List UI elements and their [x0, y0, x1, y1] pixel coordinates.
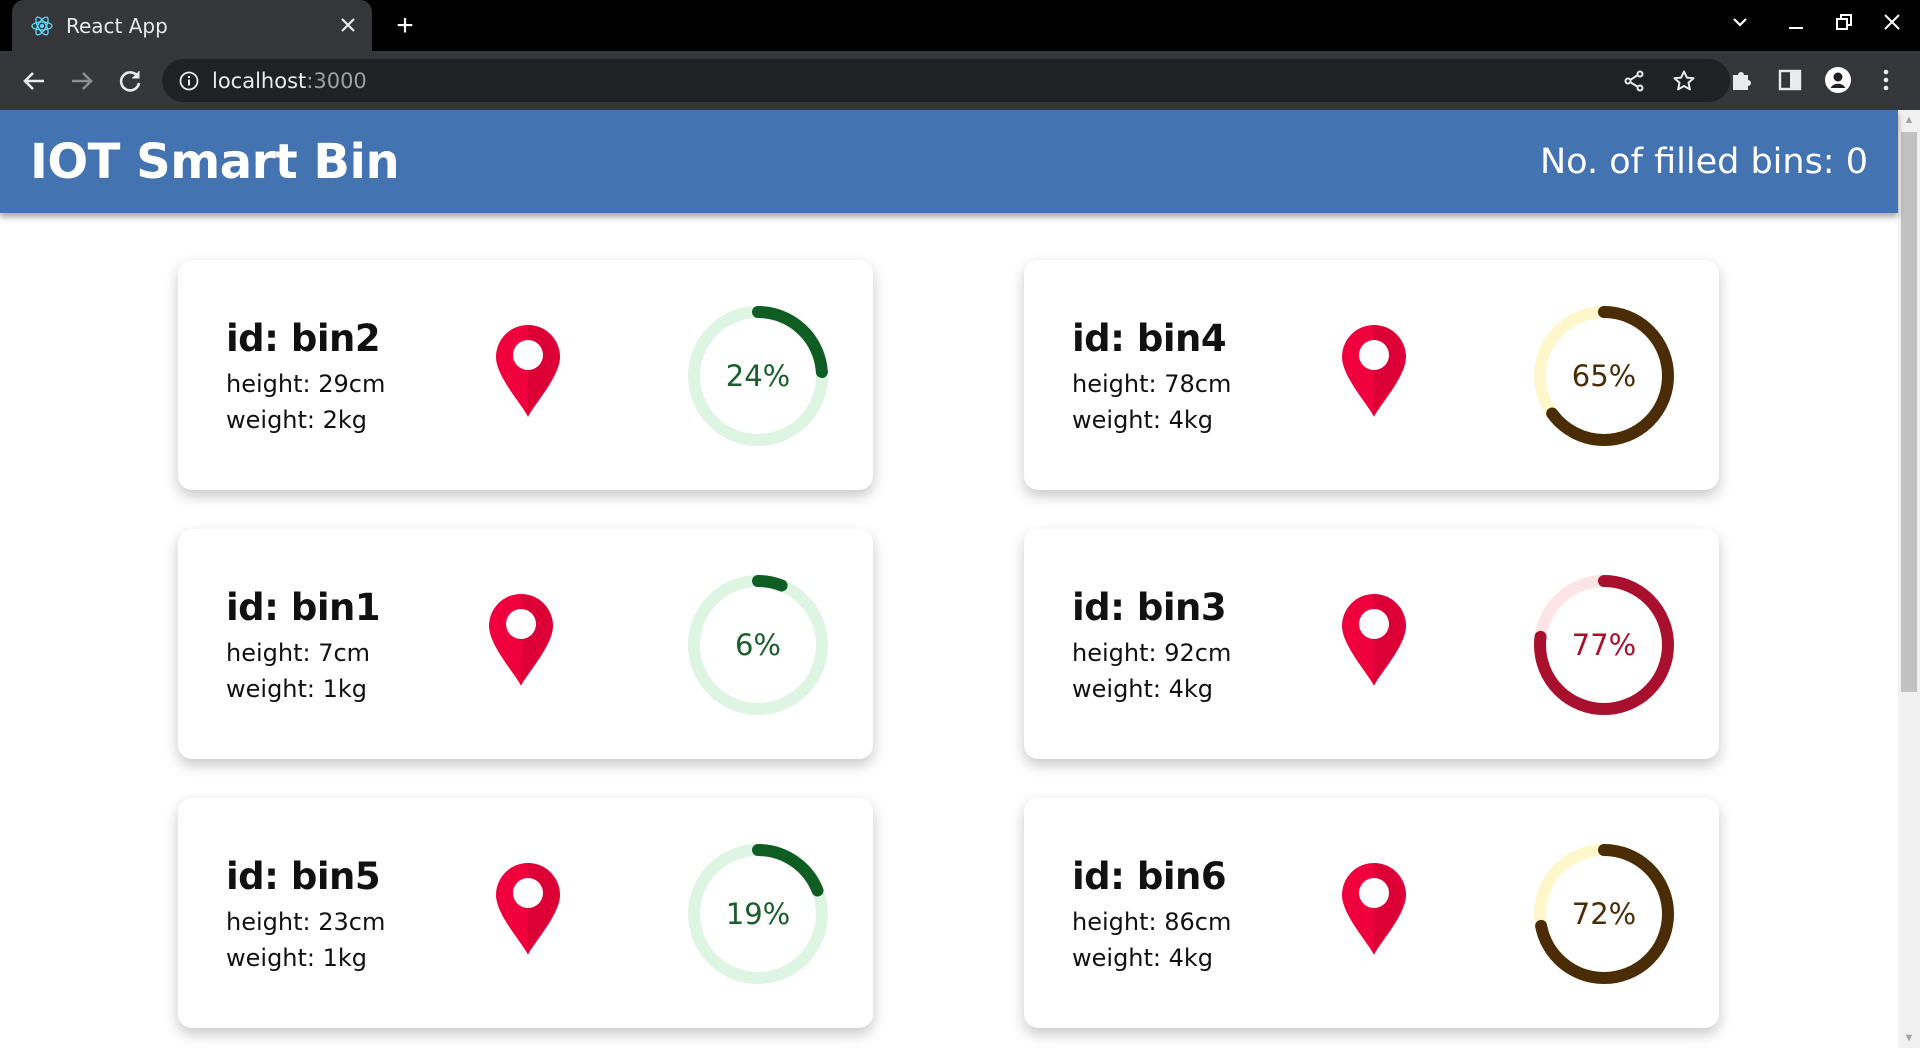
bin-card: id: bin6 height: 86cm weight: 4kg 72%	[1024, 798, 1719, 1028]
url-host: localhost	[212, 69, 307, 93]
location-pin-icon[interactable]	[493, 323, 563, 419]
bin-id: id: bin4	[1072, 317, 1227, 360]
forward-arrow-icon[interactable]	[66, 65, 98, 97]
filled-bins-count: No. of filled bins: 0	[1539, 142, 1868, 182]
location-pin-icon[interactable]	[493, 861, 563, 957]
bin-card: id: bin5 height: 23cm weight: 1kg 19%	[178, 798, 873, 1028]
kebab-menu-icon[interactable]	[1872, 66, 1900, 94]
scroll-up-arrow[interactable]: ▲	[1898, 110, 1920, 130]
location-pin-icon[interactable]	[1339, 861, 1409, 957]
window-close-icon[interactable]	[1872, 10, 1912, 40]
location-pin-icon[interactable]	[1339, 323, 1409, 419]
url-text[interactable]: localhost:3000	[212, 69, 367, 93]
back-arrow-icon[interactable]	[18, 65, 50, 97]
bin-card: id: bin1 height: 7cm weight: 1kg 6%	[178, 529, 873, 759]
fill-level-gauge: 72%	[1534, 844, 1674, 984]
fill-level-label: 72%	[1571, 897, 1637, 931]
location-pin-icon[interactable]	[486, 592, 556, 688]
location-pin-icon[interactable]	[1339, 592, 1409, 688]
bin-height: height: 23cm	[226, 908, 386, 936]
react-logo-icon	[30, 14, 54, 38]
url-port: :3000	[306, 69, 367, 93]
bin-weight: weight: 2kg	[226, 406, 368, 434]
tab-search-icon[interactable]	[1720, 10, 1760, 40]
browser-toolbar: localhost:3000	[0, 51, 1920, 110]
browser-tab-strip: React App +	[0, 0, 1920, 51]
side-panel-icon[interactable]	[1776, 66, 1804, 94]
restore-icon[interactable]	[1824, 10, 1864, 40]
fill-level-label: 19%	[725, 897, 791, 931]
minimize-icon[interactable]	[1776, 10, 1816, 40]
bin-id: id: bin6	[1072, 855, 1227, 898]
new-tab-button[interactable]: +	[390, 11, 420, 41]
bin-id: id: bin2	[226, 317, 381, 360]
address-bar[interactable]: localhost:3000	[162, 59, 1730, 102]
bin-weight: weight: 4kg	[1072, 406, 1214, 434]
bin-weight: weight: 4kg	[1072, 944, 1214, 972]
page-viewport: IOT Smart Bin No. of filled bins: 0 id: …	[0, 110, 1920, 1048]
fill-level-label: 6%	[734, 628, 781, 662]
bin-height: height: 7cm	[226, 639, 371, 667]
bin-height: height: 86cm	[1072, 908, 1232, 936]
scroll-down-arrow[interactable]: ▼	[1898, 1028, 1920, 1048]
browser-tab[interactable]: React App	[12, 0, 372, 51]
fill-level-label: 24%	[725, 359, 791, 393]
page-scrollbar[interactable]: ▲ ▼	[1898, 110, 1920, 1048]
bin-height: height: 78cm	[1072, 370, 1232, 398]
bin-id: id: bin1	[226, 586, 381, 629]
fill-level-gauge: 77%	[1534, 575, 1674, 715]
share-icon[interactable]	[1622, 69, 1646, 93]
profile-icon[interactable]	[1824, 66, 1852, 94]
bin-id: id: bin3	[1072, 586, 1227, 629]
bin-height: height: 29cm	[226, 370, 386, 398]
bin-card: id: bin4 height: 78cm weight: 4kg 65%	[1024, 260, 1719, 490]
fill-level-label: 77%	[1571, 628, 1637, 662]
close-icon[interactable]	[336, 13, 360, 37]
fill-level-gauge: 19%	[688, 844, 828, 984]
fill-level-gauge: 24%	[688, 306, 828, 446]
reload-icon[interactable]	[114, 65, 146, 97]
scroll-thumb[interactable]	[1901, 132, 1917, 692]
fill-level-label: 65%	[1571, 359, 1637, 393]
bin-weight: weight: 4kg	[1072, 675, 1214, 703]
info-icon[interactable]	[178, 70, 200, 92]
fill-level-gauge: 6%	[688, 575, 828, 715]
fill-level-gauge: 65%	[1534, 306, 1674, 446]
bin-weight: weight: 1kg	[226, 944, 368, 972]
bin-card: id: bin3 height: 92cm weight: 4kg 77%	[1024, 529, 1719, 759]
bin-id: id: bin5	[226, 855, 381, 898]
tab-title: React App	[66, 14, 168, 38]
app-header: IOT Smart Bin No. of filled bins: 0	[0, 110, 1898, 213]
bin-card: id: bin2 height: 29cm weight: 2kg 24%	[178, 260, 873, 490]
bin-weight: weight: 1kg	[226, 675, 368, 703]
puzzle-icon[interactable]	[1728, 66, 1756, 94]
bookmark-star-icon[interactable]	[1672, 69, 1696, 93]
app-title: IOT Smart Bin	[30, 134, 400, 190]
bin-height: height: 92cm	[1072, 639, 1232, 667]
